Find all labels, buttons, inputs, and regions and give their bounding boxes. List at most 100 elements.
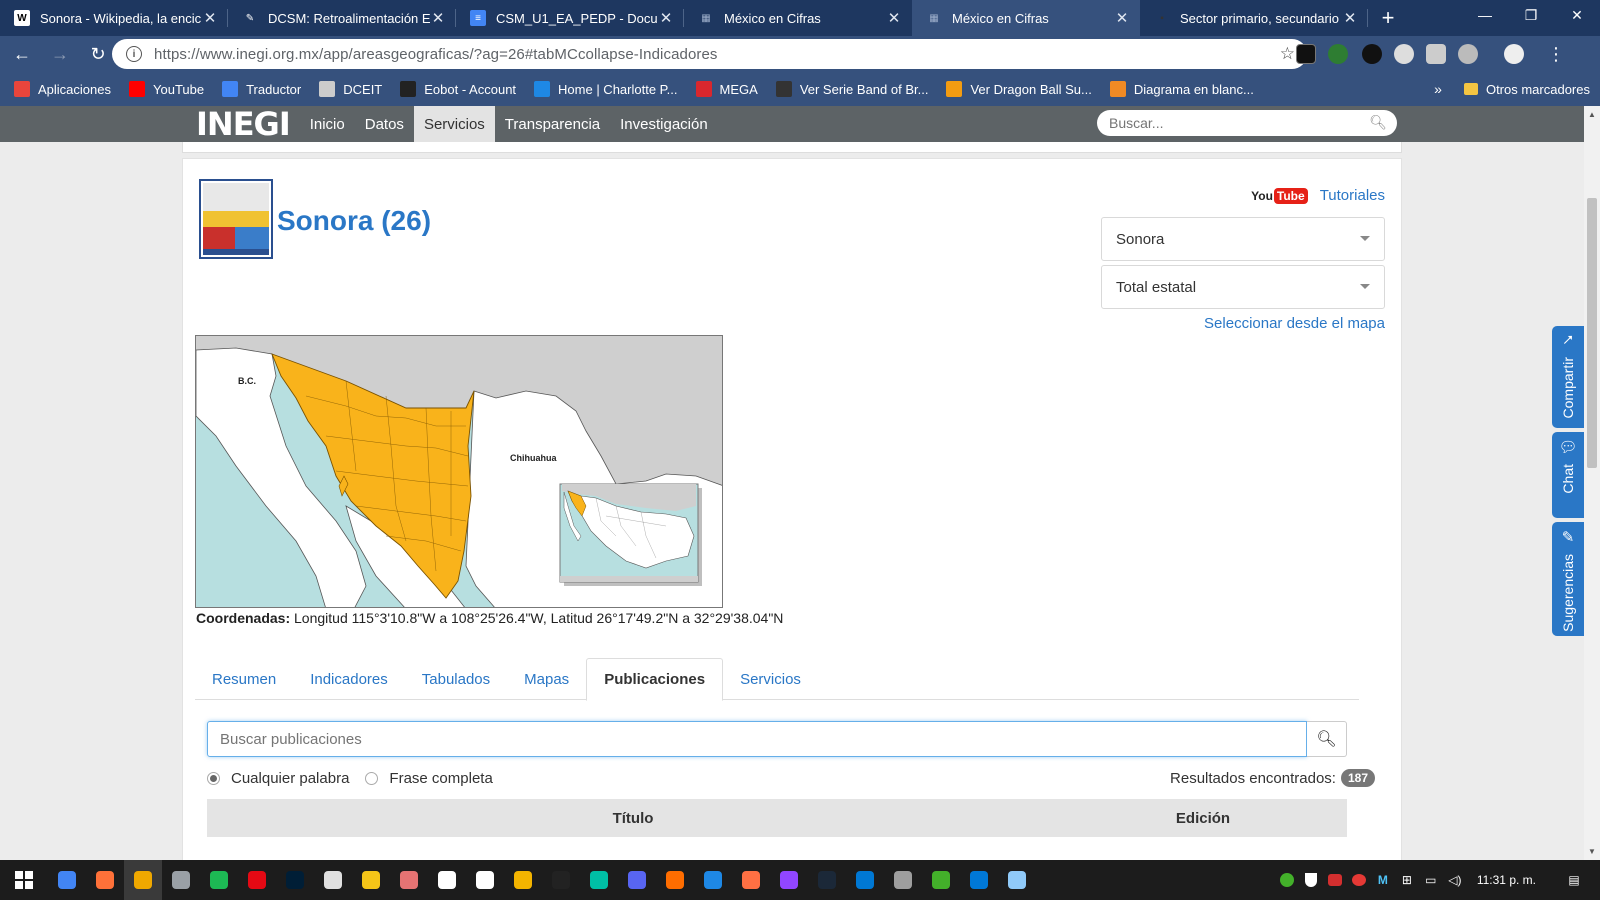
search-icon[interactable]: 🔍︎ — [1369, 114, 1387, 131]
extension-icon-6[interactable] — [1458, 44, 1478, 64]
browser-tab[interactable]: W Sonora - Wikipedia, la enciclo ✕ — [0, 0, 228, 36]
publications-search-button[interactable]: 🔍︎ — [1307, 721, 1347, 757]
share-side-tab[interactable]: ⭧ Compartir — [1552, 326, 1584, 428]
network-icon[interactable]: ▭ — [1419, 860, 1443, 900]
extension-icon-4[interactable] — [1394, 44, 1414, 64]
taskbar-app-icon[interactable] — [352, 860, 390, 900]
new-tab-button[interactable]: + — [1368, 0, 1408, 36]
close-window-button[interactable]: ✕ — [1554, 0, 1600, 30]
bookmark-item[interactable]: MEGA — [695, 81, 758, 97]
browser-menu-icon[interactable]: ⋮ — [1540, 38, 1572, 70]
tab-publicaciones[interactable]: Publicaciones — [586, 658, 724, 701]
taskbar-app-icon[interactable] — [124, 860, 162, 900]
browser-tab[interactable]: ▪ Sector primario, secundario y ✕ — [1140, 0, 1368, 36]
bookmark-item[interactable]: YouTube — [129, 81, 204, 97]
restore-button[interactable]: ❐ — [1508, 0, 1554, 30]
scroll-up-icon[interactable]: ▲ — [1588, 110, 1596, 119]
bookmarks-overflow-button[interactable]: » — [1434, 81, 1442, 97]
sonora-map[interactable]: B.C. Chihuahua — [195, 335, 723, 608]
taskbar-app-icon[interactable] — [428, 860, 466, 900]
inegi-logo[interactable]: INEGI — [196, 106, 291, 143]
taskbar-app-icon[interactable] — [808, 860, 846, 900]
bookmark-item[interactable]: DCEIT — [319, 81, 382, 97]
profile-avatar[interactable] — [1504, 44, 1524, 64]
close-tab-icon[interactable]: ✕ — [1114, 9, 1130, 27]
site-nav-datos[interactable]: Datos — [355, 106, 414, 142]
tab-servicios[interactable]: Servicios — [723, 658, 818, 700]
back-button[interactable]: ← — [6, 38, 38, 70]
extension-icon-1[interactable] — [1296, 44, 1316, 64]
close-tab-icon[interactable]: ✕ — [1342, 9, 1358, 27]
extension-icon-3[interactable] — [1362, 44, 1382, 64]
taskbar-app-icon[interactable] — [998, 860, 1036, 900]
taskbar-app-icon[interactable] — [884, 860, 922, 900]
publications-search-input[interactable] — [207, 721, 1307, 757]
browser-tab[interactable]: ▦ México en Cifras ✕ — [684, 0, 912, 36]
taskbar-app-icon[interactable] — [922, 860, 960, 900]
taskbar-app-icon[interactable] — [656, 860, 694, 900]
state-select[interactable]: Sonora — [1101, 217, 1385, 261]
radio-full-phrase[interactable] — [365, 772, 379, 785]
extension-recycle-icon[interactable] — [1328, 44, 1348, 64]
bookmark-item[interactable]: Traductor — [222, 81, 301, 97]
browser-tab[interactable]: ✎ DCSM: Retroalimentación Evi ✕ — [228, 0, 456, 36]
close-tab-icon[interactable]: ✕ — [886, 9, 902, 27]
tab-resumen[interactable]: Resumen — [195, 658, 293, 700]
close-tab-icon[interactable]: ✕ — [430, 9, 446, 27]
suggestions-side-tab[interactable]: ✎ Sugerencias — [1552, 522, 1584, 636]
shield-icon[interactable] — [1299, 860, 1323, 900]
tray-app-icon-6[interactable]: ⊞ — [1395, 860, 1419, 900]
close-tab-icon[interactable]: ✕ — [658, 9, 674, 27]
scroll-down-icon[interactable]: ▼ — [1588, 847, 1596, 856]
taskbar-app-icon[interactable] — [694, 860, 732, 900]
taskbar-app-icon[interactable] — [86, 860, 124, 900]
scrollbar-thumb[interactable] — [1587, 198, 1597, 468]
browser-tab[interactable]: ▦ México en Cifras ✕ — [912, 0, 1140, 36]
column-title[interactable]: Título — [207, 810, 1059, 827]
close-tab-icon[interactable]: ✕ — [202, 9, 218, 27]
bookmark-item[interactable]: Eobot - Account — [400, 81, 516, 97]
taskbar-app-icon[interactable] — [276, 860, 314, 900]
tab-tabulados[interactable]: Tabulados — [405, 658, 507, 700]
bookmark-item[interactable]: Ver Serie Band of Br... — [775, 81, 928, 97]
tray-app-icon-1[interactable] — [1275, 860, 1299, 900]
taskbar-app-icon[interactable] — [162, 860, 200, 900]
select-from-map-link[interactable]: Seleccionar desde el mapa — [1204, 315, 1385, 332]
taskbar-app-icon[interactable] — [466, 860, 504, 900]
taskbar-app-icon[interactable] — [200, 860, 238, 900]
taskbar-app-icon[interactable] — [504, 860, 542, 900]
taskbar-app-icon[interactable] — [48, 860, 86, 900]
taskbar-app-icon[interactable] — [770, 860, 808, 900]
bookmark-item[interactable]: Aplicaciones — [14, 81, 111, 97]
site-nav-investigacion[interactable]: Investigación — [610, 106, 718, 142]
tray-app-icon-5[interactable]: M — [1371, 860, 1395, 900]
tab-indicadores[interactable]: Indicadores — [293, 658, 405, 700]
site-nav-transparencia[interactable]: Transparencia — [495, 106, 610, 142]
municipio-select[interactable]: Total estatal — [1101, 265, 1385, 309]
notifications-icon[interactable]: ▤ — [1562, 860, 1586, 900]
site-info-icon[interactable]: i — [126, 46, 142, 62]
site-nav-inicio[interactable]: Inicio — [300, 106, 355, 142]
volume-icon[interactable]: ◁) — [1443, 860, 1467, 900]
forward-button[interactable]: → — [44, 38, 76, 70]
radio-any-word[interactable] — [207, 772, 220, 785]
extension-icon-5[interactable] — [1426, 44, 1446, 64]
tutorials-link[interactable]: Tutoriales — [1320, 187, 1385, 204]
browser-tab[interactable]: ≡ CSM_U1_EA_PEDP - Docume ✕ — [456, 0, 684, 36]
tray-app-icon-4[interactable] — [1347, 860, 1371, 900]
address-bar[interactable]: i https://www.inegi.org.mx/app/areasgeog… — [112, 39, 1307, 69]
tray-app-icon-3[interactable] — [1323, 860, 1347, 900]
taskbar-clock[interactable]: 11:31 p. m. — [1477, 873, 1536, 887]
bookmark-item[interactable]: Diagrama en blanc... — [1109, 81, 1254, 97]
tab-mapas[interactable]: Mapas — [507, 658, 586, 700]
taskbar-app-icon[interactable] — [846, 860, 884, 900]
bookmark-item[interactable]: Ver Dragon Ball Su... — [946, 81, 1092, 97]
taskbar-app-icon[interactable] — [618, 860, 656, 900]
taskbar-app-icon[interactable] — [960, 860, 998, 900]
site-search-input[interactable] — [1109, 115, 1359, 131]
bookmark-item[interactable]: Home | Charlotte P... — [534, 81, 678, 97]
bookmark-star-icon[interactable]: ☆ — [1280, 44, 1295, 64]
taskbar-app-icon[interactable] — [238, 860, 276, 900]
minimize-button[interactable]: — — [1462, 0, 1508, 30]
taskbar-app-icon[interactable] — [542, 860, 580, 900]
